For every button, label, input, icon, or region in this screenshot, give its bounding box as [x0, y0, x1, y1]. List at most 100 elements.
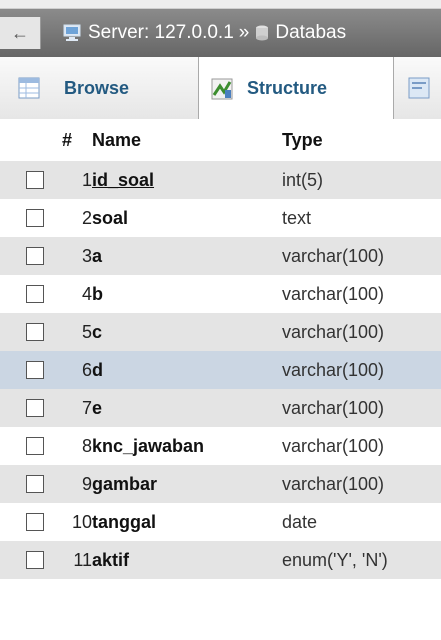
- row-select-cell: [0, 351, 62, 389]
- breadcrumb-database-link[interactable]: Databas: [275, 22, 346, 44]
- column-type: int(5): [282, 161, 441, 199]
- row-select-cell: [0, 389, 62, 427]
- row-select-cell: [0, 465, 62, 503]
- column-name-cell: soal: [92, 199, 282, 237]
- tab-browse-label: Browse: [64, 77, 130, 98]
- row-checkbox[interactable]: [26, 551, 44, 569]
- column-name-cell: knc_jawaban: [92, 427, 282, 465]
- collapse-arrow-icon[interactable]: ←: [0, 17, 41, 49]
- tab-sql[interactable]: [408, 57, 441, 119]
- column-name: b: [92, 283, 103, 304]
- sql-icon: [408, 77, 430, 99]
- row-number: 10: [62, 503, 92, 541]
- row-number: 9: [62, 465, 92, 503]
- column-name: c: [92, 321, 103, 342]
- column-type: varchar(100): [282, 427, 441, 465]
- row-checkbox[interactable]: [26, 323, 44, 341]
- column-name-cell: e: [92, 389, 282, 427]
- table-row[interactable]: 9 gambar varchar(100): [0, 465, 441, 503]
- row-number: 6: [62, 351, 92, 389]
- structure-icon: [211, 78, 233, 99]
- tab-browse[interactable]: Browse: [18, 57, 198, 119]
- tab-structure[interactable]: Structure: [198, 57, 394, 119]
- row-select-cell: [0, 541, 62, 579]
- column-number-header: #: [62, 119, 92, 161]
- server-breadcrumb-bar: ← Server: 127.0.0.1 » Databas: [0, 9, 441, 57]
- column-type: text: [282, 199, 441, 237]
- column-name: d: [92, 359, 103, 380]
- row-number: 1: [62, 161, 92, 199]
- column-name: knc_jawaban: [92, 435, 205, 456]
- row-number: 2: [62, 199, 92, 237]
- row-checkbox[interactable]: [26, 513, 44, 531]
- column-name-cell: a: [92, 237, 282, 275]
- primary-key-column-name: id_soal: [92, 169, 155, 190]
- row-select-cell: [0, 313, 62, 351]
- table-row[interactable]: 8 knc_jawaban varchar(100): [0, 427, 441, 465]
- tab-bar: Browse Structure: [0, 57, 441, 120]
- table-row[interactable]: 4 b varchar(100): [0, 275, 441, 313]
- column-type: enum('Y', 'N'): [282, 541, 441, 579]
- row-select-cell: [0, 237, 62, 275]
- column-type: date: [282, 503, 441, 541]
- table-row[interactable]: 10 tanggal date: [0, 503, 441, 541]
- row-number: 7: [62, 389, 92, 427]
- column-type: varchar(100): [282, 465, 441, 503]
- column-name: tanggal: [92, 511, 157, 532]
- structure-table: # Name Type 1 id_soal int(5) 2 soal text 3 a var…: [0, 119, 441, 579]
- table-row[interactable]: 11 aktif enum('Y', 'N'): [0, 541, 441, 579]
- row-checkbox[interactable]: [26, 171, 44, 189]
- column-name: aktif: [92, 549, 130, 570]
- row-select-cell: [0, 199, 62, 237]
- row-select-cell: [0, 275, 62, 313]
- column-name: e: [92, 397, 103, 418]
- breadcrumb-separator: »: [238, 22, 250, 43]
- table-row[interactable]: 2 soal text: [0, 199, 441, 237]
- row-checkbox[interactable]: [26, 361, 44, 379]
- row-checkbox[interactable]: [26, 209, 44, 227]
- row-checkbox[interactable]: [26, 399, 44, 417]
- row-number: 4: [62, 275, 92, 313]
- column-type: varchar(100): [282, 389, 441, 427]
- table-row[interactable]: 3 a varchar(100): [0, 237, 441, 275]
- column-name-cell: id_soal: [92, 161, 282, 199]
- table-row[interactable]: 1 id_soal int(5): [0, 161, 441, 199]
- table-header-row: # Name Type: [0, 119, 441, 161]
- row-checkbox[interactable]: [26, 285, 44, 303]
- row-checkbox[interactable]: [26, 247, 44, 265]
- select-column-header: [0, 119, 62, 161]
- column-name: soal: [92, 207, 129, 228]
- row-checkbox[interactable]: [26, 437, 44, 455]
- column-name-cell: gambar: [92, 465, 282, 503]
- breadcrumb-server-link[interactable]: Server: 127.0.0.1: [88, 22, 234, 44]
- browse-table-icon: [18, 77, 40, 99]
- column-type: varchar(100): [282, 237, 441, 275]
- window-top-strip: [0, 0, 441, 9]
- column-name-header[interactable]: Name: [92, 119, 282, 161]
- column-name-cell: d: [92, 351, 282, 389]
- row-number: 5: [62, 313, 92, 351]
- column-name-cell: b: [92, 275, 282, 313]
- breadcrumb: Server: 127.0.0.1 » Databas: [63, 22, 346, 44]
- column-type: varchar(100): [282, 313, 441, 351]
- row-number: 8: [62, 427, 92, 465]
- row-select-cell: [0, 161, 62, 199]
- column-type: varchar(100): [282, 275, 441, 313]
- column-name: a: [92, 245, 103, 266]
- row-checkbox[interactable]: [26, 475, 44, 493]
- column-name-cell: c: [92, 313, 282, 351]
- table-row[interactable]: 5 c varchar(100): [0, 313, 441, 351]
- table-row[interactable]: 6 d varchar(100): [0, 351, 441, 389]
- row-select-cell: [0, 427, 62, 465]
- column-name: gambar: [92, 473, 158, 494]
- row-number: 3: [62, 237, 92, 275]
- column-name-cell: aktif: [92, 541, 282, 579]
- table-row[interactable]: 7 e varchar(100): [0, 389, 441, 427]
- column-type: varchar(100): [282, 351, 441, 389]
- column-type-header[interactable]: Type: [282, 119, 441, 161]
- row-number: 11: [62, 541, 92, 579]
- server-icon: [63, 24, 81, 41]
- row-select-cell: [0, 503, 62, 541]
- database-icon: [256, 25, 269, 41]
- tab-structure-label: Structure: [247, 78, 328, 98]
